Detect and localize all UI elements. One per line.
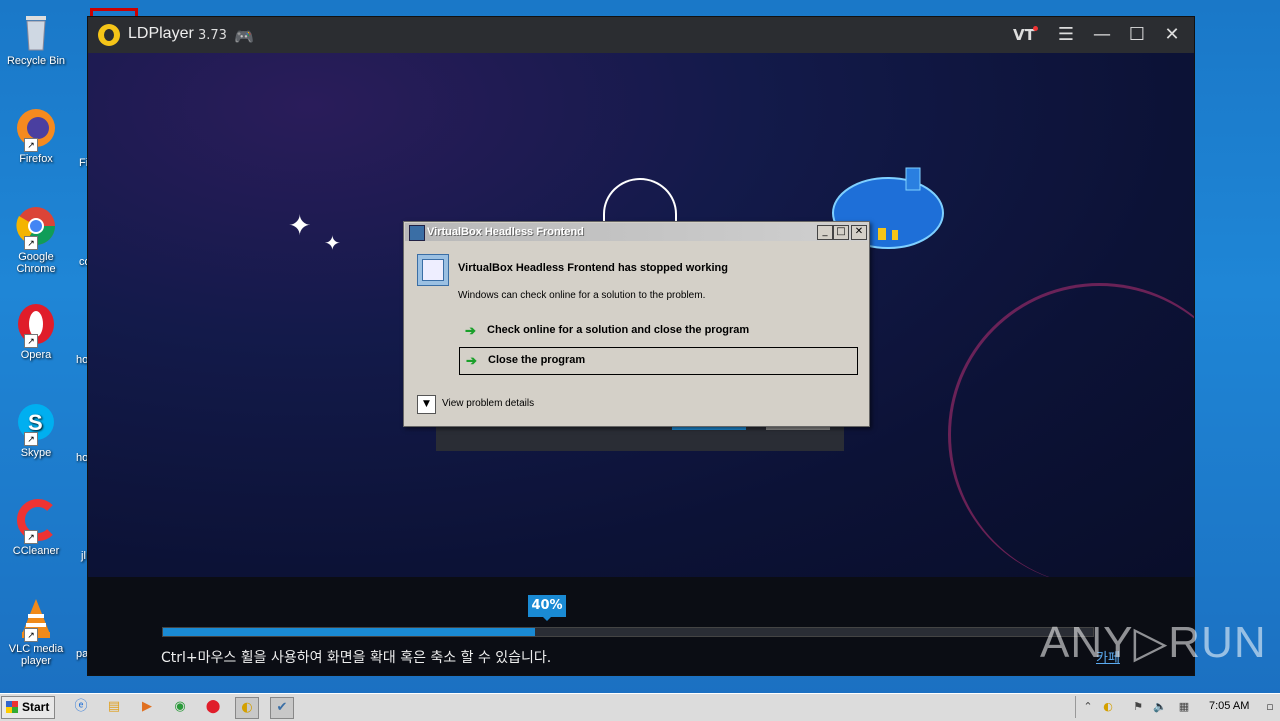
sparkle-icon: ✦ <box>288 209 312 242</box>
desktop-icon-label: VLC media player <box>8 643 64 667</box>
view-problem-details-link[interactable]: View problem details <box>442 398 534 409</box>
opera-icon: ↗ <box>14 302 58 348</box>
shortcut-arrow-icon: ↗ <box>24 530 38 544</box>
minimize-button[interactable]: — <box>1090 23 1114 47</box>
desktop-icon-vlc[interactable]: ↗ VLC media player <box>4 596 68 667</box>
check-online-option[interactable]: ➔ Check online for a solution and close … <box>459 318 856 344</box>
vt-status-dot <box>1033 26 1038 31</box>
check-online-label: Check online for a solution and close th… <box>487 324 750 336</box>
chrome-icon: ↗ <box>14 204 58 250</box>
ldplayer-logo-icon <box>98 24 120 46</box>
action-center-icon[interactable]: ⚑ <box>1130 699 1146 715</box>
vt-label[interactable]: VT <box>1013 26 1035 44</box>
progress-bar-fill <box>163 628 535 636</box>
green-arrow-icon: ➔ <box>465 323 476 338</box>
progress-bar <box>162 627 1094 637</box>
loading-bar-area: 40% Ctrl+마우스 휠을 사용하여 화면을 확대 혹은 축소 할 수 있습… <box>88 577 1194 675</box>
desktop-icon-recycle-bin[interactable]: Recycle Bin <box>4 8 68 67</box>
decorative-swoosh <box>948 283 1194 577</box>
system-tray: ⌃ ◐ ⚑ 🔈 ▦ 7:05 AM ▫ <box>1075 696 1279 718</box>
ldplayer-taskbar-icon[interactable]: ◐ <box>235 697 259 719</box>
desktop-icon-label: Firefox <box>19 153 53 165</box>
chrome-taskbar-icon[interactable]: ◉ <box>169 697 191 717</box>
gamepad-icon[interactable]: 🎮 <box>234 27 254 46</box>
ldplayer-app-name: LDPlayer <box>128 25 194 42</box>
internet-explorer-icon[interactable]: ⓔ <box>70 697 92 717</box>
file-explorer-icon[interactable]: ▤ <box>103 697 125 717</box>
vlc-icon: ↗ <box>14 596 58 642</box>
ldplayer-title-bar[interactable]: LDPlayer 3.73 🎮 VT ☰ — ☐ ✕ <box>88 17 1194 53</box>
dialog-title: VirtualBox Headless Frontend <box>427 226 584 238</box>
close-button[interactable]: ✕ <box>1160 23 1184 47</box>
virtualbox-icon <box>409 225 425 241</box>
desktop-icon-label: Google Chrome <box>16 251 56 275</box>
background-dialog-panel <box>436 423 844 451</box>
dialog-maximize-button[interactable]: □ <box>833 225 849 240</box>
desktop-icon-skype[interactable]: S ↗ Skype <box>4 400 68 459</box>
progress-percent-badge: 40% <box>528 595 566 621</box>
firefox-icon: ↗ <box>14 106 58 152</box>
virtualbox-taskbar-icon[interactable]: ✔ <box>270 697 294 719</box>
shortcut-arrow-icon: ↗ <box>24 138 38 152</box>
start-label: Start <box>22 700 50 714</box>
desktop-icon-label: CCleaner <box>12 545 60 557</box>
clock: 7:05 AM <box>1209 700 1250 712</box>
media-player-icon[interactable]: ▶ <box>136 697 158 717</box>
close-program-label: Close the program <box>488 354 586 366</box>
error-dialog: VirtualBox Headless Frontend _ □ ✕ Virtu… <box>403 221 870 427</box>
desktop-icon-ccleaner[interactable]: ↗ CCleaner <box>4 498 68 557</box>
taskbar: Start ⓔ ▤ ▶ ◉ ⬤ ◐ ✔ ⌃ ◐ ⚑ 🔈 ▦ 7:05 AM ▫ <box>0 693 1280 721</box>
skype-icon: S ↗ <box>14 400 58 446</box>
dialog-title-bar[interactable]: VirtualBox Headless Frontend _ □ ✕ <box>405 223 868 241</box>
green-arrow-icon: ➔ <box>466 353 477 368</box>
shortcut-arrow-icon: ↗ <box>24 334 38 348</box>
opera-taskbar-icon[interactable]: ⬤ <box>202 697 224 717</box>
tray-expand-icon[interactable]: ⌃ <box>1080 699 1096 715</box>
desktop-icon-chrome[interactable]: ↗ Google Chrome <box>4 204 68 275</box>
close-program-option[interactable]: ➔ Close the program <box>459 347 858 375</box>
network-icon[interactable]: ▦ <box>1176 699 1192 715</box>
recycle-bin-icon <box>14 8 58 52</box>
ccleaner-icon: ↗ <box>14 498 58 544</box>
shortcut-arrow-icon: ↗ <box>24 236 38 250</box>
dialog-minimize-button[interactable]: _ <box>817 225 833 240</box>
background-dialog-accent <box>672 427 746 430</box>
start-button[interactable]: Start <box>1 696 55 719</box>
desktop-icon-label: Skype <box>20 447 52 459</box>
ldplayer-version: 3.73 <box>198 28 227 43</box>
program-monitor-icon <box>417 254 449 286</box>
volume-icon[interactable]: 🔈 <box>1152 699 1168 715</box>
desktop-icon-label: Opera <box>20 349 52 361</box>
shortcut-arrow-icon: ↗ <box>24 432 38 446</box>
dialog-close-button[interactable]: ✕ <box>851 225 867 240</box>
anyrun-watermark: ANY▷RUN <box>1040 618 1267 667</box>
maximize-button[interactable]: ☐ <box>1125 23 1149 47</box>
dialog-heading: VirtualBox Headless Frontend has stopped… <box>458 262 728 274</box>
background-dialog-accent <box>766 427 830 430</box>
sparkle-icon: ✦ <box>324 231 341 255</box>
desktop-icon-label-partial: jl <box>81 550 86 562</box>
menu-button[interactable]: ☰ <box>1054 23 1078 47</box>
windows-flag-icon <box>6 701 18 713</box>
ldplayer-tray-icon[interactable]: ◐ <box>1100 699 1116 715</box>
zoom-hint-text: Ctrl+마우스 휠을 사용하여 화면을 확대 혹은 축소 할 수 있습니다. <box>161 650 552 666</box>
desktop-icon-firefox[interactable]: ↗ Firefox <box>4 106 68 165</box>
dialog-subtext: Windows can check online for a solution … <box>458 290 706 301</box>
show-desktop-icon[interactable]: ▫ <box>1262 699 1278 715</box>
desktop-icon-opera[interactable]: ↗ Opera <box>4 302 68 361</box>
chevron-down-icon[interactable]: ▼ <box>417 395 436 414</box>
shortcut-arrow-icon: ↗ <box>24 628 38 642</box>
desktop-icon-label: Recycle Bin <box>6 55 66 67</box>
